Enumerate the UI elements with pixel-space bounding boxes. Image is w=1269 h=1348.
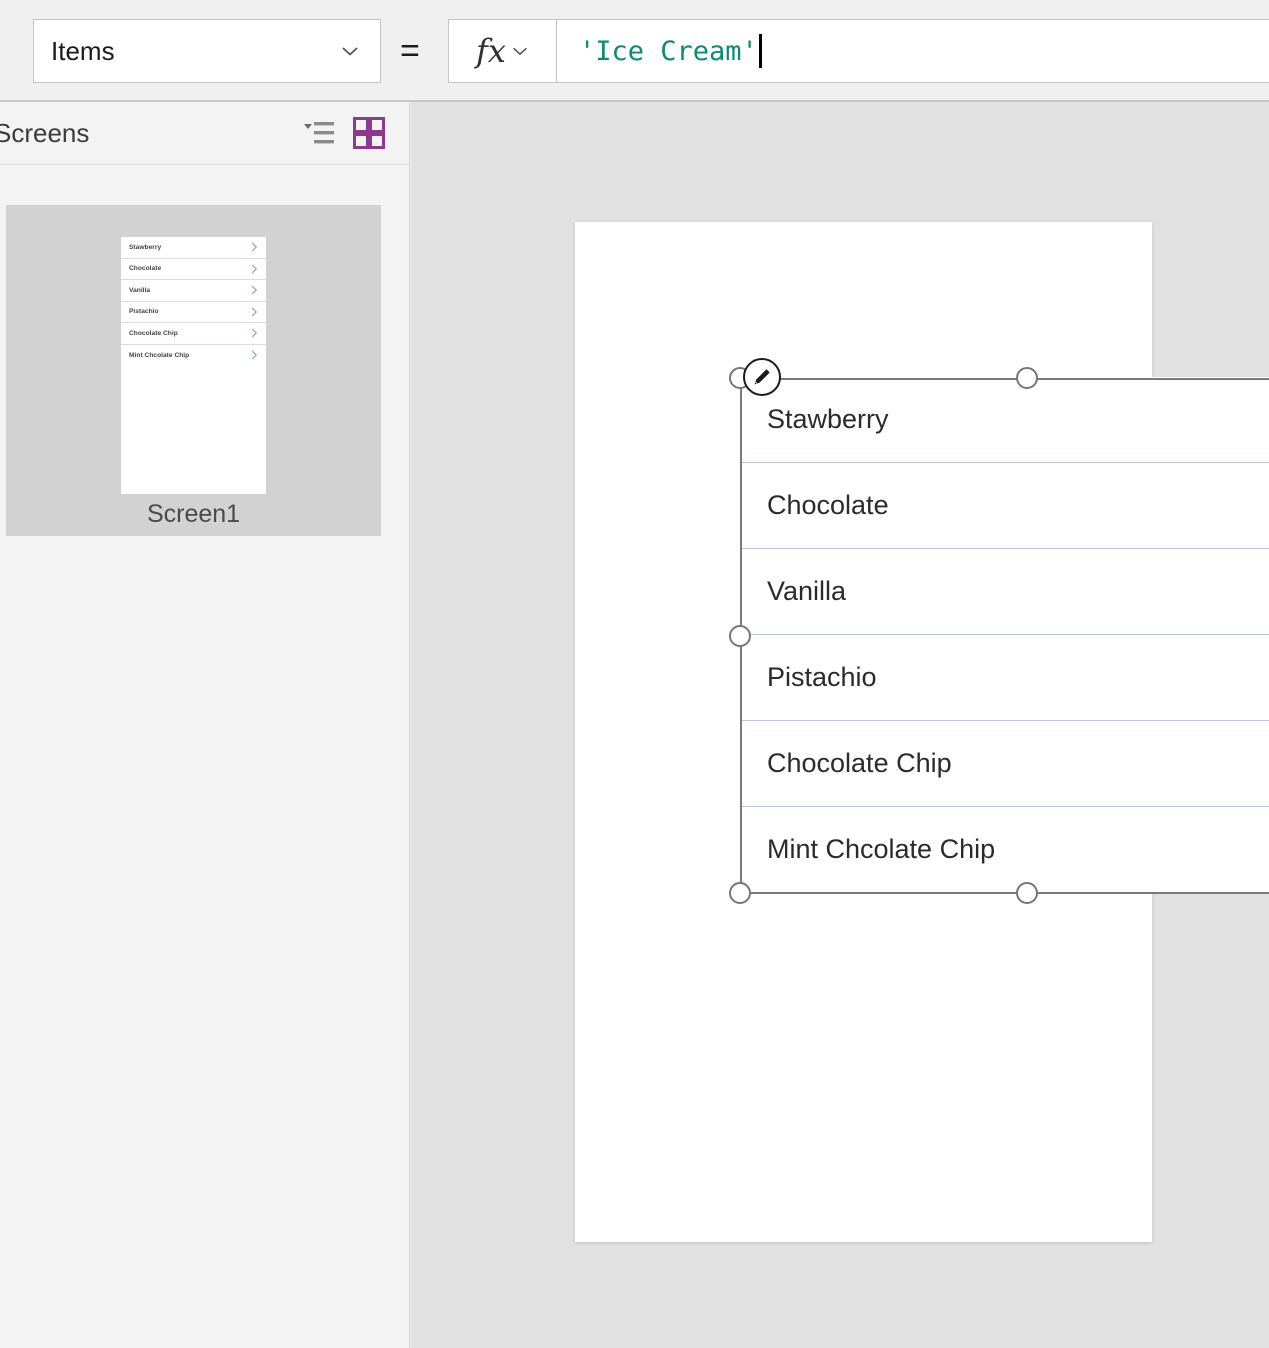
sidebar-screen-item[interactable]: Stawberry Chocolate Vanilla Pistachio Ch… [6, 205, 381, 536]
grid-view-icon[interactable] [347, 111, 391, 155]
thumbnail-row: Pistachio [121, 302, 266, 323]
formula-bar: Items = fx 'Ice Cream' [0, 0, 1269, 102]
formula-input[interactable]: 'Ice Cream' [557, 20, 1269, 82]
gallery-row-label: Chocolate Chip [767, 748, 952, 778]
resize-handle-bottom-left[interactable] [729, 882, 751, 904]
gallery-control[interactable]: Stawberry Chocolate Vanilla Pistachio Ch… [740, 377, 1269, 893]
formula-input-wrapper: fx 'Ice Cream' [448, 19, 1269, 83]
formula-input-value: 'Ice Cream' [579, 35, 758, 67]
chevron-right-icon [251, 285, 258, 295]
thumbnail-row-label: Vanilla [129, 286, 151, 294]
gallery-row[interactable]: Vanilla [740, 549, 1269, 635]
pencil-icon[interactable] [743, 358, 781, 396]
thumbnail-row: Chocolate Chip [121, 323, 266, 345]
chevron-right-icon [251, 264, 258, 274]
property-select-dropdown[interactable]: Items [33, 19, 381, 83]
fx-button[interactable]: fx [449, 20, 557, 82]
tree-view-icon[interactable] [297, 111, 341, 155]
chevron-right-icon [251, 242, 258, 252]
gallery-row[interactable]: Mint Chcolate Chip [740, 807, 1269, 893]
chevron-down-icon [511, 42, 529, 60]
resize-handle-middle-left[interactable] [729, 625, 751, 647]
chevron-right-icon [251, 350, 258, 360]
equals-sign: = [400, 32, 420, 70]
thumbnail-row: Mint Chcolate Chip [121, 345, 266, 367]
screen-name-label: Screen1 [146, 500, 241, 528]
gallery-row-label: Mint Chcolate Chip [767, 834, 996, 864]
gallery-row-label: Vanilla [767, 576, 847, 606]
thumbnail-row-label: Chocolate Chip [129, 329, 178, 337]
thumbnail-row: Stawberry [121, 237, 266, 259]
gallery-row-label: Stawberry [767, 404, 889, 434]
thumbnail-row: Vanilla [121, 280, 266, 302]
screen-thumbnail: Stawberry Chocolate Vanilla Pistachio Ch… [121, 237, 266, 494]
screens-sidebar: Screens Stawberry Chocolate Vanilla Pist… [0, 102, 410, 1348]
fx-label: fx [476, 32, 506, 70]
canvas-area[interactable]: Stawberry Chocolate Vanilla Pistachio Ch… [411, 102, 1269, 1348]
chevron-right-icon [251, 307, 258, 317]
chevron-down-icon [340, 41, 360, 61]
sidebar-title: Screens [0, 117, 90, 148]
thumbnail-row: Chocolate [121, 259, 266, 280]
thumbnail-row-label: Chocolate [129, 265, 162, 273]
property-select-value: Items [51, 35, 115, 66]
resize-handle-bottom-center[interactable] [1016, 882, 1038, 904]
thumbnail-row-label: Stawberry [129, 243, 162, 251]
gallery-row[interactable]: Pistachio [740, 635, 1269, 721]
resize-handle-top-center[interactable] [1016, 367, 1038, 389]
gallery-row[interactable]: Stawberry [740, 377, 1269, 463]
chevron-right-icon [251, 328, 258, 338]
app-screen-surface[interactable]: Stawberry Chocolate Vanilla Pistachio Ch… [575, 222, 1269, 1242]
gallery-row-label: Pistachio [767, 662, 877, 692]
sidebar-header: Screens [0, 102, 409, 165]
thumbnail-row-label: Pistachio [129, 308, 159, 316]
thumbnail-row-label: Mint Chcolate Chip [129, 351, 190, 359]
gallery-row[interactable]: Chocolate Chip [740, 721, 1269, 807]
text-cursor [758, 34, 762, 68]
gallery-row-label: Chocolate [767, 490, 889, 520]
gallery-row[interactable]: Chocolate [740, 463, 1269, 549]
